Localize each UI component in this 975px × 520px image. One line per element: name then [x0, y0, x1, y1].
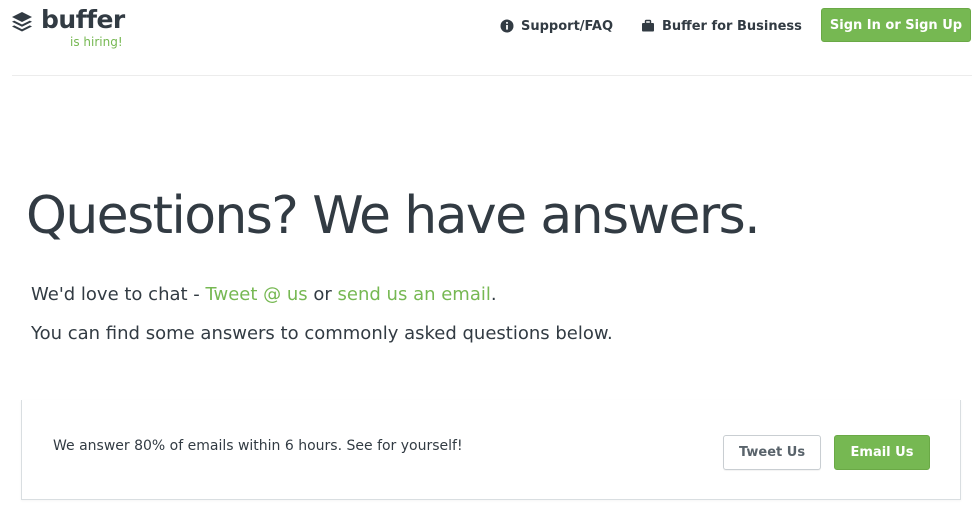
sign-in-button[interactable]: Sign In or Sign Up — [821, 8, 971, 42]
info-circle-icon — [500, 19, 514, 33]
buffer-stack-logo-icon — [12, 12, 32, 32]
logo-wordmark: buffer — [41, 5, 125, 34]
buffer-logo[interactable]: buffer is hiring! — [10, 5, 140, 58]
nav-buffer-for-business[interactable]: Buffer for Business — [641, 16, 802, 36]
tweet-us-button[interactable]: Tweet Us — [723, 435, 821, 470]
chat-intro: We'd love to chat - Tweet @ us or send u… — [31, 282, 497, 308]
nav-business-label: Buffer for Business — [662, 18, 802, 34]
site-header: buffer is hiring! Support/FAQ Buffer for… — [0, 0, 975, 75]
nav-support-faq[interactable]: Support/FAQ — [500, 16, 613, 36]
header-divider — [12, 75, 972, 76]
email-us-link[interactable]: send us an email — [338, 284, 491, 305]
faq-intro: You can find some answers to commonly as… — [31, 323, 613, 344]
tweet-us-link[interactable]: Tweet @ us — [206, 284, 308, 305]
email-us-button[interactable]: Email Us — [834, 435, 930, 470]
page-title: Questions? We have answers. — [26, 186, 761, 246]
hiring-link[interactable]: is hiring! — [70, 35, 123, 49]
briefcase-icon — [642, 19, 654, 32]
chat-intro-middle: or — [307, 284, 338, 305]
contact-box: We answer 80% of emails within 6 hours. … — [21, 400, 961, 500]
nav-support-label: Support/FAQ — [521, 18, 614, 34]
response-time-text: We answer 80% of emails within 6 hours. … — [53, 438, 463, 454]
chat-intro-prefix: We'd love to chat - — [31, 284, 206, 305]
chat-intro-suffix: . — [490, 284, 497, 305]
